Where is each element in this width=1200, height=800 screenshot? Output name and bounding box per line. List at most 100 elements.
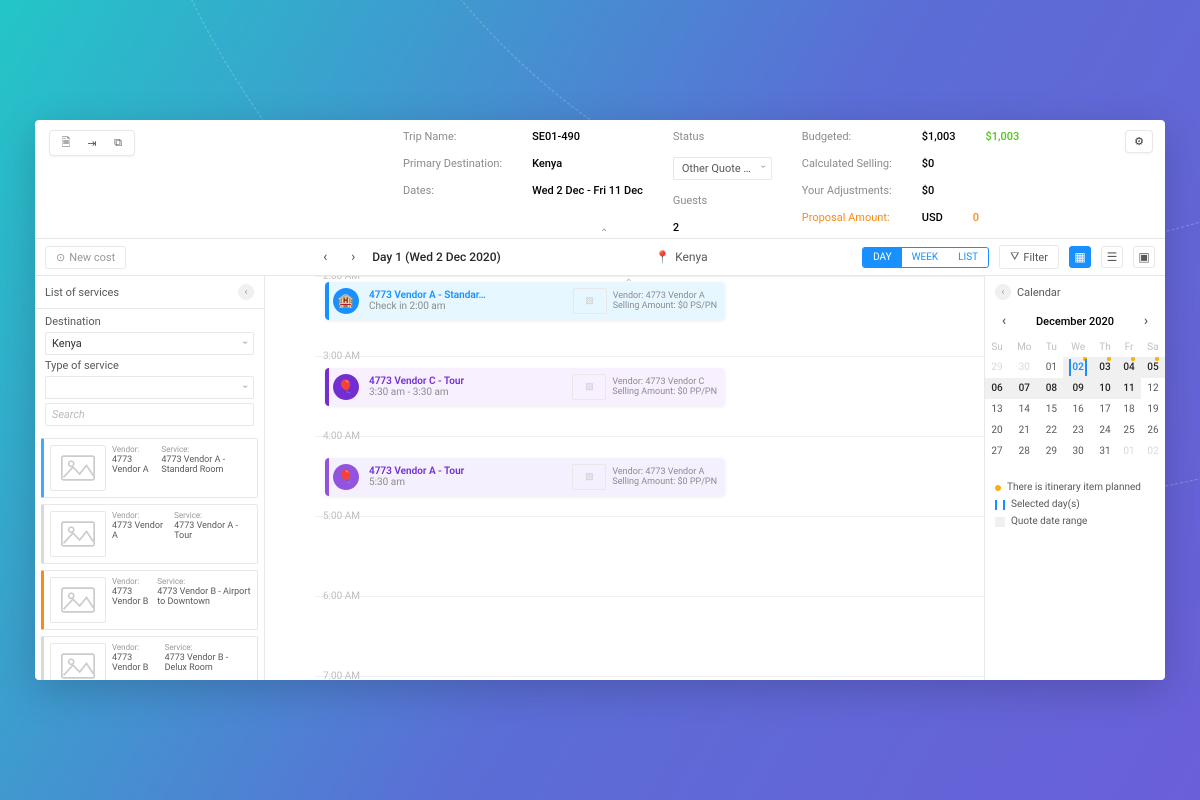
calendar-day[interactable]: 05	[1141, 357, 1165, 378]
event-subtitle: Check in 2:00 am	[369, 301, 486, 312]
calendar-day[interactable]: 19	[1141, 399, 1165, 420]
calendar-day[interactable]: 28	[1009, 441, 1039, 462]
grid-view-icon[interactable]: ▣	[1133, 246, 1155, 268]
view-week-tab[interactable]: WEEK	[902, 248, 949, 267]
image-placeholder-icon: ▧	[572, 374, 606, 400]
calendar-day[interactable]: 24	[1093, 420, 1117, 441]
service-card[interactable]: Vendor:4773 Vendor BService:4773 Vendor …	[41, 636, 258, 680]
pin-icon: 📍	[655, 250, 670, 264]
filter-button[interactable]: ⛛ Filter	[999, 245, 1059, 269]
destination-label: Destination	[45, 315, 254, 328]
calendar-panel: › Calendar ‹ December 2020 › SuMoTuWeThF…	[985, 276, 1165, 680]
dates-value: Wed 2 Dec - Fri 11 Dec	[532, 184, 643, 197]
calendar-day[interactable]: 13	[985, 399, 1009, 420]
timeline-event[interactable]: 🏨 4773 Vendor A - Standar… Check in 2:00…	[325, 282, 725, 320]
calendar-day[interactable]: 23	[1063, 420, 1093, 441]
next-month-button[interactable]: ›	[1137, 312, 1155, 330]
calendar-day[interactable]: 07	[1009, 378, 1039, 399]
service-list: Vendor:4773 Vendor AService:4773 Vendor …	[35, 432, 264, 680]
image-placeholder-icon: ▧	[573, 288, 607, 314]
service-type-select[interactable]	[45, 376, 254, 399]
calendar-day[interactable]: 30	[1063, 441, 1093, 462]
calendar-day[interactable]: 18	[1117, 399, 1141, 420]
calendar-day[interactable]: 02	[1141, 441, 1165, 462]
day-bar: ⊙ New cost ‹ › Day 1 (Wed 2 Dec 2020) 📍 …	[35, 239, 1165, 276]
status-label: Status	[673, 130, 772, 143]
image-placeholder-icon: ▧	[572, 464, 606, 490]
calendar-day[interactable]: 01	[1039, 357, 1063, 378]
save-icon[interactable]: 🗎	[58, 135, 74, 151]
calendar-day[interactable]: 16	[1063, 399, 1093, 420]
status-select[interactable]: Other Quote …	[673, 157, 772, 180]
next-day-button[interactable]: ›	[344, 248, 362, 266]
calendar-day[interactable]: 11	[1117, 378, 1141, 399]
new-cost-button[interactable]: ⊙ New cost	[45, 246, 126, 269]
calendar-day[interactable]: 15	[1039, 399, 1063, 420]
collapse-calendar-icon[interactable]: ›	[995, 284, 1011, 300]
calendar-title: Calendar	[1017, 286, 1061, 299]
guests-label: Guests	[673, 194, 772, 207]
prev-month-button[interactable]: ‹	[995, 312, 1013, 330]
calendar-legend: There is itinerary item planned Selected…	[985, 472, 1165, 537]
calendar-day[interactable]: 12	[1141, 378, 1165, 399]
calendar-day[interactable]: 26	[1141, 420, 1165, 441]
duplicate-icon[interactable]: ⧉	[110, 135, 126, 151]
destination-select[interactable]: Kenya	[45, 332, 254, 355]
calendar-day[interactable]: 21	[1009, 420, 1039, 441]
budgeted-label: Budgeted:	[802, 130, 892, 143]
calendar-view-icon[interactable]: ▦	[1069, 246, 1091, 268]
image-placeholder-icon	[50, 577, 106, 623]
calendar-day[interactable]: 01	[1117, 441, 1141, 462]
collapse-sidebar-icon[interactable]: ‹	[238, 284, 254, 300]
calendar-day[interactable]: 20	[985, 420, 1009, 441]
service-card[interactable]: Vendor:4773 Vendor AService:4773 Vendor …	[41, 438, 258, 498]
balloon-icon: 🎈	[333, 374, 359, 400]
calendar-day[interactable]: 14	[1009, 399, 1039, 420]
calendar-day[interactable]: 02	[1063, 357, 1093, 378]
collapse-header-icon[interactable]: ⌃	[600, 228, 608, 239]
hotel-icon: 🏨	[333, 288, 359, 314]
legend-planned-icon	[995, 485, 1001, 491]
location-text: Kenya	[675, 250, 707, 264]
calendar-day[interactable]: 04	[1117, 357, 1141, 378]
budgeted-value: $1,003	[922, 130, 956, 143]
search-input[interactable]: Search	[45, 403, 254, 426]
event-subtitle: 3:30 am - 3:30 am	[369, 387, 464, 398]
calendar-day[interactable]: 08	[1039, 378, 1063, 399]
calendar-day[interactable]: 30	[1009, 357, 1039, 378]
calc-selling-value: $0	[922, 157, 1019, 170]
new-cost-label: New cost	[69, 251, 115, 264]
list-view-icon[interactable]: ☰	[1101, 246, 1123, 268]
calendar-day[interactable]: 29	[1039, 441, 1063, 462]
service-card[interactable]: Vendor:4773 Vendor AService:4773 Vendor …	[41, 504, 258, 564]
event-title: 4773 Vendor A - Standar…	[369, 290, 486, 301]
calendar-day[interactable]: 31	[1093, 441, 1117, 462]
main-area: List of services ‹ Destination Kenya Typ…	[35, 276, 1165, 680]
calendar-day[interactable]: 27	[985, 441, 1009, 462]
calendar-day[interactable]: 06	[985, 378, 1009, 399]
calendar-day[interactable]: 22	[1039, 420, 1063, 441]
event-title: 4773 Vendor A - Tour	[369, 466, 464, 477]
timeline-event[interactable]: 🎈 4773 Vendor C - Tour 3:30 am - 3:30 am…	[325, 368, 725, 406]
prev-day-button[interactable]: ‹	[316, 248, 334, 266]
calendar-day[interactable]: 03	[1093, 357, 1117, 378]
calendar-day[interactable]: 10	[1093, 378, 1117, 399]
timeline: ⌃ 2:00 AM3:00 AM4:00 AM5:00 AM6:00 AM7:0…	[265, 276, 985, 680]
export-icon[interactable]: ⇥	[84, 135, 100, 151]
services-sidebar: List of services ‹ Destination Kenya Typ…	[35, 276, 265, 680]
hour-label: 4:00 AM	[323, 431, 360, 442]
calendar-day[interactable]: 09	[1063, 378, 1093, 399]
timeline-event[interactable]: 🎈 4773 Vendor A - Tour 5:30 am ▧ Vendor:…	[325, 458, 725, 496]
calendar-day[interactable]: 29	[985, 357, 1009, 378]
settings-icon[interactable]: ⚙︎	[1125, 130, 1153, 153]
view-day-tab[interactable]: DAY	[863, 248, 902, 267]
view-list-tab[interactable]: LIST	[948, 248, 988, 267]
service-card[interactable]: Vendor:4773 Vendor BService:4773 Vendor …	[41, 570, 258, 630]
calendar-day[interactable]: 17	[1093, 399, 1117, 420]
filter-label: Filter	[1023, 251, 1048, 264]
calendar-day[interactable]: 25	[1117, 420, 1141, 441]
sidebar-header: List of services ‹	[35, 276, 264, 309]
header-toolbar: 🗎 ⇥ ⧉	[49, 130, 135, 156]
event-subtitle: 5:30 am	[369, 477, 464, 488]
proposal-label: Proposal Amount:	[802, 211, 892, 224]
